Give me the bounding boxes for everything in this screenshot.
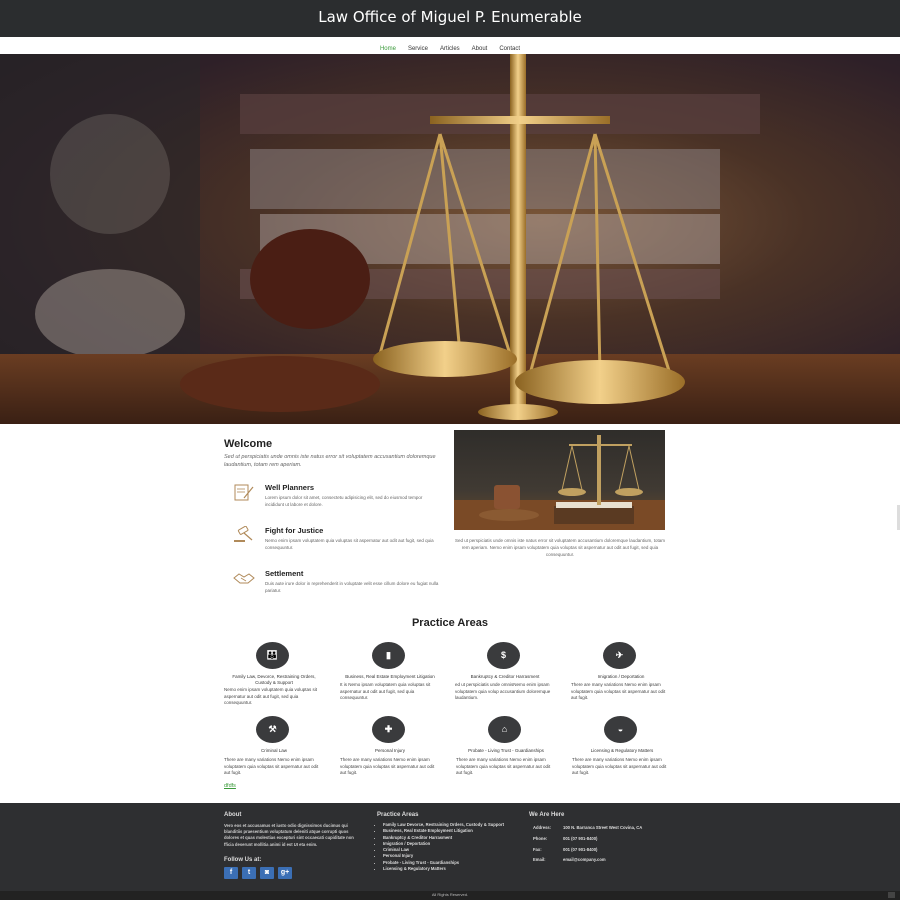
practice-item-title: Personal Injury — [374, 748, 405, 753]
contact-value: 100 N. Barranca Street West Covina, CA — [563, 825, 643, 830]
practice-item-desc: It is Nemo ipsam voluptatem quia volupta… — [340, 682, 431, 700]
hero-image — [0, 54, 900, 424]
practice-item-title: Family Law, Devorce, Restraining Orders,… — [232, 674, 316, 685]
document-pen-icon — [234, 484, 254, 501]
site-header: Law Office of Miguel P. Enumerable — [0, 0, 900, 37]
photo-caption: Sed ut perspiciatis unde omnis iste natu… — [454, 538, 666, 557]
scales-books-illustration — [454, 435, 665, 530]
car-icon: ◒ — [604, 716, 637, 743]
briefcase-icon: ▮ — [372, 642, 405, 669]
feature-title: Well Planners — [265, 483, 315, 492]
contact-label: Email: — [533, 857, 546, 862]
practice-item-desc: There are many variations Nemo enim ipsa… — [224, 757, 319, 775]
footer-about-text: Vero eos et accusamus et iusto odio dign… — [224, 823, 354, 847]
practice-item-desc: Nemo enim ipsam voluptatem quia voluptas… — [224, 687, 318, 705]
practice-item-desc: There are many variations Nemo enim ipsa… — [340, 757, 435, 775]
scroll-top-button[interactable] — [888, 892, 895, 898]
footer-practice-link[interactable]: Licensing & Regulatory Matters — [383, 866, 522, 872]
contact-value: 001 (07 901-8400) — [563, 836, 598, 841]
contact-value[interactable]: email@company.com — [563, 857, 703, 862]
gavel-icon — [234, 526, 253, 542]
home-icon: ⌂ — [488, 716, 521, 743]
nav-about[interactable]: About — [472, 46, 488, 52]
contact-value: 001 (07 901-8400) — [563, 847, 598, 852]
footer-contact-title: We Are Here — [529, 812, 565, 818]
feature-text: Nemo enim ipsam voluptatem quia voluptas… — [265, 538, 434, 550]
injury-icon: ✚ — [372, 716, 405, 743]
welcome-title: Welcome — [224, 438, 273, 450]
practice-more-link[interactable]: dfdfs — [224, 783, 236, 789]
welcome-lead: Sed ut perspiciatis unde omnis iste natu… — [224, 454, 436, 468]
contact-label: Phone: — [533, 836, 548, 841]
twitter-icon[interactable]: t — [242, 867, 256, 879]
nav-home[interactable]: Home — [380, 46, 396, 52]
welcome-section: Welcome Sed ut perspiciatis unde omnis i… — [224, 438, 444, 593]
practice-item-desc: There are many variations Nemo enim ipsa… — [572, 757, 667, 775]
practice-item-desc: There are many variations Nemo enim ipsa… — [456, 757, 551, 775]
practice-item-desc: There are many variations Nemo enim ipsa… — [571, 682, 666, 700]
practice-item-title: Probate - Living Trust - Guardianships — [468, 748, 544, 753]
dollar-icon: $ — [487, 642, 520, 669]
airplane-icon: ✈ — [603, 642, 636, 669]
contact-label: Fax: — [533, 847, 542, 852]
practice-item-title: Bankruptcy & Creditor Harrasment — [470, 674, 540, 679]
nav-articles[interactable]: Articles — [440, 46, 460, 52]
nav-service[interactable]: Service — [408, 46, 428, 52]
scales-of-justice-illustration — [0, 54, 900, 424]
feature-title: Settlement — [265, 569, 304, 578]
main-nav: Home Service Articles About Contact — [0, 37, 900, 54]
footer-practice-title: Practice Areas — [377, 812, 419, 818]
scales-photo — [454, 430, 665, 530]
facebook-icon[interactable]: f — [224, 867, 238, 879]
feature-text: Duis aute irure dolor in reprehenderit i… — [265, 581, 439, 593]
practice-item-title: Criminal Law — [260, 748, 287, 753]
footer-follow-title: Follow Us at: — [224, 857, 262, 863]
site-title: Law Office of Miguel P. Enumerable — [318, 8, 582, 26]
practice-item-desc: ed ut perspiciatis unde omnisNemo enim i… — [455, 682, 551, 700]
gavel-icon: ⚒ — [256, 716, 289, 743]
copyright-bar: All Rights Reserved. — [0, 891, 900, 900]
feature-title: Fight for Justice — [265, 526, 324, 535]
contact-label: Address: — [533, 825, 552, 830]
footer-about-title: About — [224, 812, 242, 818]
practice-item-title: Business, Real Estate Employment Litigat… — [345, 674, 435, 679]
instagram-icon[interactable]: ◙ — [260, 867, 274, 879]
nav-contact[interactable]: Contact — [499, 46, 520, 52]
footer-practice-list: Family Law Devorce, Restraining Orders, … — [377, 822, 522, 872]
google-plus-icon[interactable]: g+ — [278, 867, 292, 879]
copyright-text: All Rights Reserved. — [431, 892, 469, 897]
site-footer: About Vero eos et accusamus et iusto odi… — [0, 803, 900, 891]
practice-item-title: Imigration / Deportation — [597, 674, 645, 679]
feature-text: Lorem ipsum dolor sit amet, consectetu a… — [265, 495, 423, 507]
family-icon: 👪 — [256, 642, 289, 669]
practice-item-title: Licensing & Regulatory Matters — [590, 748, 654, 753]
handshake-icon — [233, 573, 255, 584]
practice-areas-title: Practice Areas — [411, 617, 489, 629]
